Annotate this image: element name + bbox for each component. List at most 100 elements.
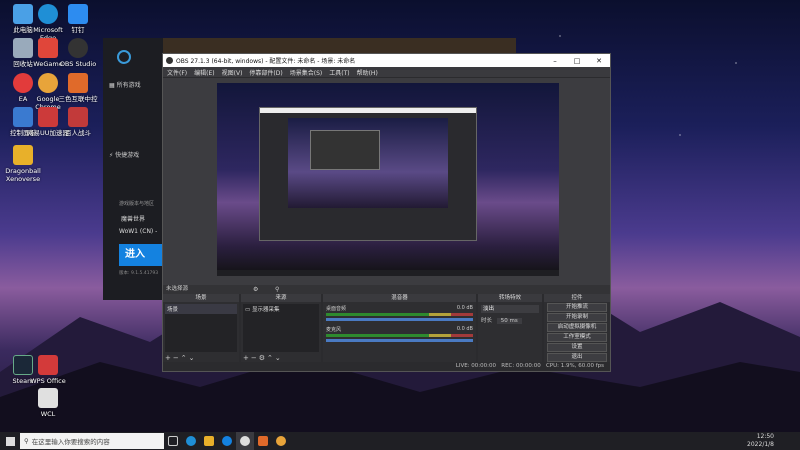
controls-dock: 控件 开始推流 开始录制 启动虚拟摄像机 工作室模式 设置 退出 bbox=[544, 294, 610, 364]
close-icon[interactable]: ✕ bbox=[588, 57, 610, 65]
source-settings-icon[interactable]: ⚙ bbox=[259, 354, 267, 362]
desktop-icon-dragonball[interactable]: Dragonball Xenoverse bbox=[0, 145, 46, 183]
add-source-icon[interactable]: + bbox=[243, 354, 251, 362]
transition-duration: 时长 50 ms bbox=[481, 316, 539, 324]
mixer-dock: 混音器 桌面音频 0.0 dB 麦克风 0.0 dB bbox=[323, 294, 476, 364]
start-recording-button[interactable]: 开始录制 bbox=[547, 313, 607, 322]
scene-status-bar: 未选择源 ⚙ ⚲ bbox=[163, 285, 610, 294]
exit-button[interactable]: 退出 bbox=[547, 353, 607, 362]
taskbar-edge-icon[interactable] bbox=[182, 432, 200, 450]
sources-dock-title: 来源 bbox=[241, 294, 321, 302]
preview-display-capture bbox=[217, 83, 559, 276]
menu-help[interactable]: 帮助(H) bbox=[357, 68, 378, 77]
search-icon: ⚲ bbox=[24, 437, 29, 445]
obs-title-icon bbox=[166, 57, 173, 64]
properties-gear-icon[interactable]: ⚙ bbox=[253, 285, 258, 294]
move-down-icon[interactable]: ⌄ bbox=[189, 354, 197, 362]
filters-icon[interactable]: ⚲ bbox=[275, 285, 279, 294]
mixer-track-desktop: 桌面音频 0.0 dB bbox=[326, 305, 473, 321]
controls-dock-title: 控件 bbox=[544, 294, 610, 302]
menu-edit[interactable]: 编辑(E) bbox=[194, 68, 214, 77]
desktop-icon-dingtalk[interactable]: 钉钉 bbox=[55, 4, 101, 34]
mixer-track-mic: 麦克风 0.0 dB bbox=[326, 326, 473, 342]
desktop-icon-wcl[interactable]: WCL bbox=[25, 388, 71, 418]
cpu-status: CPU: 1.9%, 60.00 fps bbox=[545, 363, 604, 369]
start-streaming-button[interactable]: 开始推流 bbox=[547, 303, 607, 312]
source-up-icon[interactable]: ⌃ bbox=[267, 354, 275, 362]
desktop-audio-meter bbox=[326, 313, 473, 316]
mic-audio-meter bbox=[326, 334, 473, 337]
launcher-play-button[interactable]: 进入 bbox=[119, 244, 167, 266]
move-up-icon[interactable]: ⌃ bbox=[181, 354, 189, 362]
studio-mode-button[interactable]: 工作室模式 bbox=[547, 333, 607, 342]
desktop-icon-control-center[interactable]: 三色互联中控 bbox=[55, 73, 101, 103]
taskbar-app-icon[interactable] bbox=[254, 432, 272, 450]
menu-tools[interactable]: 工具(T) bbox=[329, 68, 349, 77]
dingtalk-icon bbox=[68, 4, 88, 24]
launcher-logo-icon bbox=[117, 50, 131, 64]
duration-input[interactable]: 50 ms bbox=[496, 318, 522, 324]
remove-source-icon[interactable]: − bbox=[251, 354, 259, 362]
taskbar: ⚲ 在这里输入你要搜索的内容 12:50 2022/1/8 bbox=[0, 432, 800, 450]
obs-docks: 场景 场景 +−⌃⌄ 来源 ▭ 显示器采集 +−⚙⌃⌄ 混音器 桌面音频 0.0… bbox=[163, 294, 610, 364]
desktop-icon-wps[interactable]: WPS Office bbox=[25, 355, 71, 385]
transitions-dock-title: 转场特效 bbox=[478, 294, 542, 302]
control-center-icon bbox=[68, 73, 88, 93]
sources-list: ▭ 显示器采集 bbox=[243, 304, 319, 352]
transitions-dock: 转场特效 淡出 时长 50 ms bbox=[478, 294, 542, 364]
desktop-audio-slider[interactable] bbox=[326, 318, 473, 321]
launcher-sidebar: ▦ 所有游戏 ⚡ 快捷游戏 游戏版本与地区 魔兽世界 WoW1 (CN) - 进… bbox=[103, 38, 167, 300]
menu-scene-collection[interactable]: 场景集合(S) bbox=[290, 68, 323, 77]
scenes-dock-footer: +−⌃⌄ bbox=[165, 354, 197, 362]
sources-dock: 来源 ▭ 显示器采集 +−⚙⌃⌄ bbox=[241, 294, 321, 364]
monitor-icon: ▭ bbox=[245, 307, 252, 313]
obs-menubar: 文件(F) 编辑(E) 视图(V) 停靠部件(D) 场景集合(S) 工具(T) … bbox=[163, 67, 610, 77]
rec-status: REC: 00:00:00 bbox=[501, 363, 541, 369]
wcl-icon bbox=[38, 388, 58, 408]
obs-preview[interactable] bbox=[163, 78, 610, 285]
sources-dock-footer: +−⚙⌃⌄ bbox=[243, 354, 283, 362]
launcher-version: 版本: 9.1.5.41793 bbox=[119, 271, 159, 276]
mic-audio-slider[interactable] bbox=[326, 339, 473, 342]
scene-item[interactable]: 场景 bbox=[165, 304, 237, 314]
menu-docks[interactable]: 停靠部件(D) bbox=[249, 68, 282, 77]
nested-obs-window bbox=[259, 107, 477, 241]
game-icon bbox=[68, 107, 88, 127]
add-scene-icon[interactable]: + bbox=[165, 354, 173, 362]
virtual-camera-button[interactable]: 启动虚拟摄像机 bbox=[547, 323, 607, 332]
task-view-icon[interactable] bbox=[164, 432, 182, 450]
obs-status-bar: LIVE: 00:00:00 REC: 00:00:00 CPU: 1.9%, … bbox=[163, 362, 610, 371]
menu-file[interactable]: 文件(F) bbox=[167, 68, 187, 77]
maximize-icon[interactable]: □ bbox=[566, 57, 588, 65]
launcher-quick-launch[interactable]: ⚡ 快捷游戏 bbox=[109, 150, 139, 159]
mixer-dock-title: 混音器 bbox=[323, 294, 476, 302]
launcher-nav-all-games[interactable]: ▦ 所有游戏 bbox=[109, 80, 141, 89]
settings-button[interactable]: 设置 bbox=[547, 343, 607, 352]
taskbar-launcher-icon[interactable] bbox=[218, 432, 236, 450]
source-down-icon[interactable]: ⌄ bbox=[275, 354, 283, 362]
obs-titlebar[interactable]: OBS 27.1.3 (64-bit, windows) - 配置文件: 未命名… bbox=[163, 54, 610, 67]
windows-start-icon[interactable] bbox=[0, 432, 20, 450]
taskbar-search-input[interactable]: ⚲ 在这里输入你要搜索的内容 bbox=[20, 433, 164, 449]
launcher-game-name: 魔兽世界 bbox=[121, 216, 146, 223]
taskbar-explorer-icon[interactable] bbox=[200, 432, 218, 450]
desktop-icon-game3[interactable]: 百人战斗 bbox=[55, 107, 101, 137]
transition-type-select[interactable]: 淡出 bbox=[481, 305, 539, 313]
wps-icon bbox=[38, 355, 58, 375]
desktop-icon-obs[interactable]: OBS Studio bbox=[55, 38, 101, 68]
minimize-icon[interactable]: – bbox=[544, 57, 566, 65]
grid-icon: ▦ bbox=[109, 82, 117, 89]
taskbar-obs-icon[interactable] bbox=[236, 432, 254, 450]
source-item[interactable]: ▭ 显示器采集 bbox=[243, 304, 319, 314]
launcher-version-label: 游戏版本与地区 bbox=[119, 201, 155, 207]
remove-scene-icon[interactable]: − bbox=[173, 354, 181, 362]
launcher-region-select[interactable]: WoW1 (CN) - bbox=[119, 228, 159, 235]
live-status: LIVE: 00:00:00 bbox=[455, 363, 496, 369]
dragonball-icon bbox=[13, 145, 33, 165]
obs-window-title: OBS 27.1.3 (64-bit, windows) - 配置文件: 未命名… bbox=[176, 58, 356, 65]
taskbar-app2-icon[interactable] bbox=[272, 432, 290, 450]
menu-view[interactable]: 视图(V) bbox=[222, 68, 243, 77]
taskbar-clock[interactable]: 12:50 2022/1/8 bbox=[747, 433, 774, 449]
scenes-dock-title: 场景 bbox=[163, 294, 239, 302]
obs-window[interactable]: OBS 27.1.3 (64-bit, windows) - 配置文件: 未命名… bbox=[162, 53, 611, 372]
